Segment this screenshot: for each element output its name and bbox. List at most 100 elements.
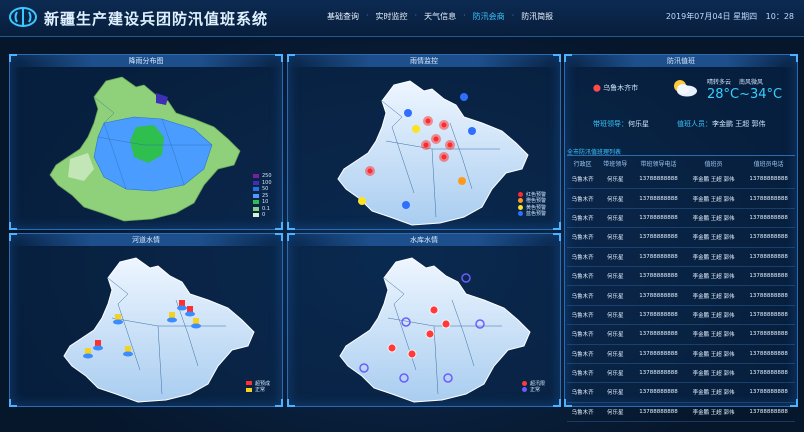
table-cell: 乌鲁木齐 — [567, 266, 599, 287]
panel-rain-monitoring: 雨情监控 红色预警 橙色预警 黄色预警 蓝色预警 — [287, 54, 561, 230]
table-cell: 乌鲁木齐 — [567, 324, 599, 345]
panel-title: 水库水情 — [288, 234, 560, 246]
table-cell: 13788888888 — [742, 170, 795, 190]
rain-map[interactable] — [44, 73, 244, 223]
table-cell: 乌鲁木齐 — [567, 247, 599, 267]
table-cell: 何乐星 — [598, 382, 633, 403]
table-cell: 李金鹏 王超 郭伟 — [684, 285, 743, 306]
panel-rain-distribution: 降雨分布图 250 100 50 25 10 0.1 0 — [9, 54, 283, 230]
table-cell: 李金鹏 王超 郭伟 — [684, 382, 743, 403]
logo-icon — [9, 7, 37, 27]
nav-flood-consult[interactable]: 防汛会商 — [466, 11, 512, 22]
table-row[interactable]: 乌鲁木齐 何乐星 13788888888 李金鹏 王超 郭伟 13788888888 — [567, 266, 795, 287]
table-cell: 李金鹏 王超 郭伟 — [684, 344, 743, 364]
table-cell: 13788888888 — [742, 247, 795, 267]
nav-flood-brief[interactable]: 防汛简报 — [514, 11, 560, 22]
table-cell: 何乐星 — [598, 188, 633, 209]
legend-item: 正常 — [246, 387, 270, 393]
rain-monitor-map[interactable] — [332, 77, 532, 227]
col-header: 带班领导 — [603, 160, 628, 168]
table-cell: 李金鹏 王超 郭伟 — [684, 247, 743, 267]
river-map[interactable] — [58, 254, 258, 404]
table-header-row: 行政区 带班领导 带班领导电话 值班员 值班员电话 — [567, 156, 795, 170]
table-row[interactable]: 乌鲁木齐 何乐星 13788888888 李金鹏 王超 郭伟 13788888888 — [567, 402, 795, 423]
table-cell: 13788888888 — [742, 285, 795, 306]
nav-realtime-monitor[interactable]: 实时监控 — [369, 11, 415, 22]
duty-table: 行政区 带班领导 带班领导电话 值班员 值班员电话 乌鲁木齐 何乐星 1378888… — [567, 156, 795, 423]
table-row[interactable]: 乌鲁木齐 何乐星 13788888888 李金鹏 王超 郭伟 13788888888 — [567, 208, 795, 229]
city-location[interactable]: ⬤ 乌鲁木齐市 — [593, 83, 638, 93]
table-row[interactable]: 乌鲁木齐 何乐星 13788888888 李金鹏 王超 郭伟 13788888888 — [567, 382, 795, 403]
table-cell: 13788888888 — [742, 305, 795, 326]
table-cell: 13788888888 — [742, 208, 795, 229]
table-cell: 13788888888 — [632, 247, 685, 267]
table-cell: 何乐星 — [598, 285, 633, 306]
table-cell: 13788888888 — [742, 363, 795, 384]
table-cell: 乌鲁木齐 — [567, 344, 599, 364]
legend-item: 蓝色预警 — [518, 211, 546, 217]
reservoir-legend: 超汛限 正常 — [522, 380, 545, 393]
panel-title: 防汛值班 — [565, 55, 797, 67]
table-cell: 李金鹏 王超 郭伟 — [684, 305, 743, 326]
river-legend: 超预成 正常 — [246, 380, 270, 393]
table-row[interactable]: 乌鲁木齐 何乐星 13788888888 李金鹏 王超 郭伟 13788888888 — [567, 285, 795, 306]
table-row[interactable]: 乌鲁木齐 何乐星 13788888888 李金鹏 王超 郭伟 13788888888 — [567, 344, 795, 364]
panel-reservoir-status: 水库水情 超汛限 正常 — [287, 233, 561, 407]
table-cell: 13788888888 — [742, 266, 795, 287]
table-cell: 李金鹏 王超 郭伟 — [684, 170, 743, 190]
table-cell: 13788888888 — [632, 188, 685, 209]
table-cell: 13788888888 — [632, 170, 685, 190]
table-cell: 13788888888 — [632, 208, 685, 229]
table-cell: 13788888888 — [632, 344, 685, 364]
current-time: 10：28 — [765, 12, 794, 21]
alarm-legend: 红色预警 橙色预警 黄色预警 蓝色预警 — [518, 191, 546, 217]
main-nav: 基础查询 · 实时监控 · 天气信息 · 防汛会商 · 防汛简报 — [320, 11, 560, 22]
table-cell: 何乐星 — [598, 208, 633, 229]
table-cell: 13788888888 — [632, 324, 685, 345]
table-cell: 13788888888 — [632, 227, 685, 248]
table-cell: 何乐星 — [598, 363, 633, 384]
top-header: 新疆生产建设兵团防汛值班系统 基础查询 · 实时监控 · 天气信息 · 防汛会商 · 防… — [0, 0, 804, 37]
table-cell: 何乐星 — [598, 305, 633, 326]
col-header: 带班领导电话 — [640, 160, 677, 168]
table-row[interactable]: 乌鲁木齐 何乐星 13788888888 李金鹏 王超 郭伟 13788888888 — [567, 247, 795, 267]
table-cell: 李金鹏 王超 郭伟 — [684, 363, 743, 384]
app-title: 新疆生产建设兵团防汛值班系统 — [44, 10, 269, 28]
reservoir-map[interactable] — [334, 254, 534, 404]
table-cell: 13788888888 — [742, 382, 795, 403]
col-header: 值班员电话 — [753, 160, 784, 168]
table-cell: 何乐星 — [598, 402, 633, 423]
panel-title: 雨情监控 — [288, 55, 560, 67]
table-row[interactable]: 乌鲁木齐 何乐星 13788888888 李金鹏 王超 郭伟 13788888888 — [567, 324, 795, 345]
table-cell: 13788888888 — [742, 344, 795, 364]
table-cell: 何乐星 — [598, 344, 633, 364]
legend-item: 0 — [253, 212, 272, 219]
duty-staff: 值班人员：李金鹏 王超 郭伟 — [677, 120, 766, 128]
panel-river-status: 河道水情 超预成 正常 — [9, 233, 283, 407]
table-row[interactable]: 乌鲁木齐 何乐星 13788888888 李金鹏 王超 郭伟 13788888888 — [567, 305, 795, 326]
panel-title: 降雨分布图 — [10, 55, 282, 67]
nav-weather-info[interactable]: 天气信息 — [417, 11, 463, 22]
table-cell: 乌鲁木齐 — [567, 188, 599, 209]
city-name: 乌鲁木齐市 — [603, 84, 639, 92]
table-row[interactable]: 乌鲁木齐 何乐星 13788888888 李金鹏 王超 郭伟 13788888888 — [567, 188, 795, 209]
temperature: 28°C~34°C — [707, 87, 783, 102]
table-row[interactable]: 乌鲁木齐 何乐星 13788888888 李金鹏 王超 郭伟 13788888888 — [567, 363, 795, 384]
table-cell: 乌鲁木齐 — [567, 285, 599, 306]
col-header: 值班员 — [704, 160, 723, 168]
table-cell: 李金鹏 王超 郭伟 — [684, 227, 743, 248]
table-cell: 13788888888 — [742, 324, 795, 345]
table-row[interactable]: 乌鲁木齐 何乐星 13788888888 李金鹏 王超 郭伟 13788888888 — [567, 170, 795, 190]
table-cell: 乌鲁木齐 — [567, 363, 599, 384]
table-cell: 何乐星 — [598, 170, 633, 190]
table-cell: 13788888888 — [742, 402, 795, 423]
table-cell: 乌鲁木齐 — [567, 170, 599, 190]
table-cell: 李金鹏 王超 郭伟 — [684, 402, 743, 423]
weather-desc: 晴转多云 南风微风 — [707, 79, 764, 86]
datetime: 2019年07月04日 星期四 10：28 — [666, 11, 794, 22]
table-row[interactable]: 乌鲁木齐 何乐星 13788888888 李金鹏 王超 郭伟 13788888888 — [567, 227, 795, 248]
col-header: 行政区 — [573, 160, 592, 168]
nav-basic-query[interactable]: 基础查询 — [320, 11, 366, 22]
table-cell: 李金鹏 王超 郭伟 — [684, 208, 743, 229]
table-cell: 李金鹏 王超 郭伟 — [684, 266, 743, 287]
